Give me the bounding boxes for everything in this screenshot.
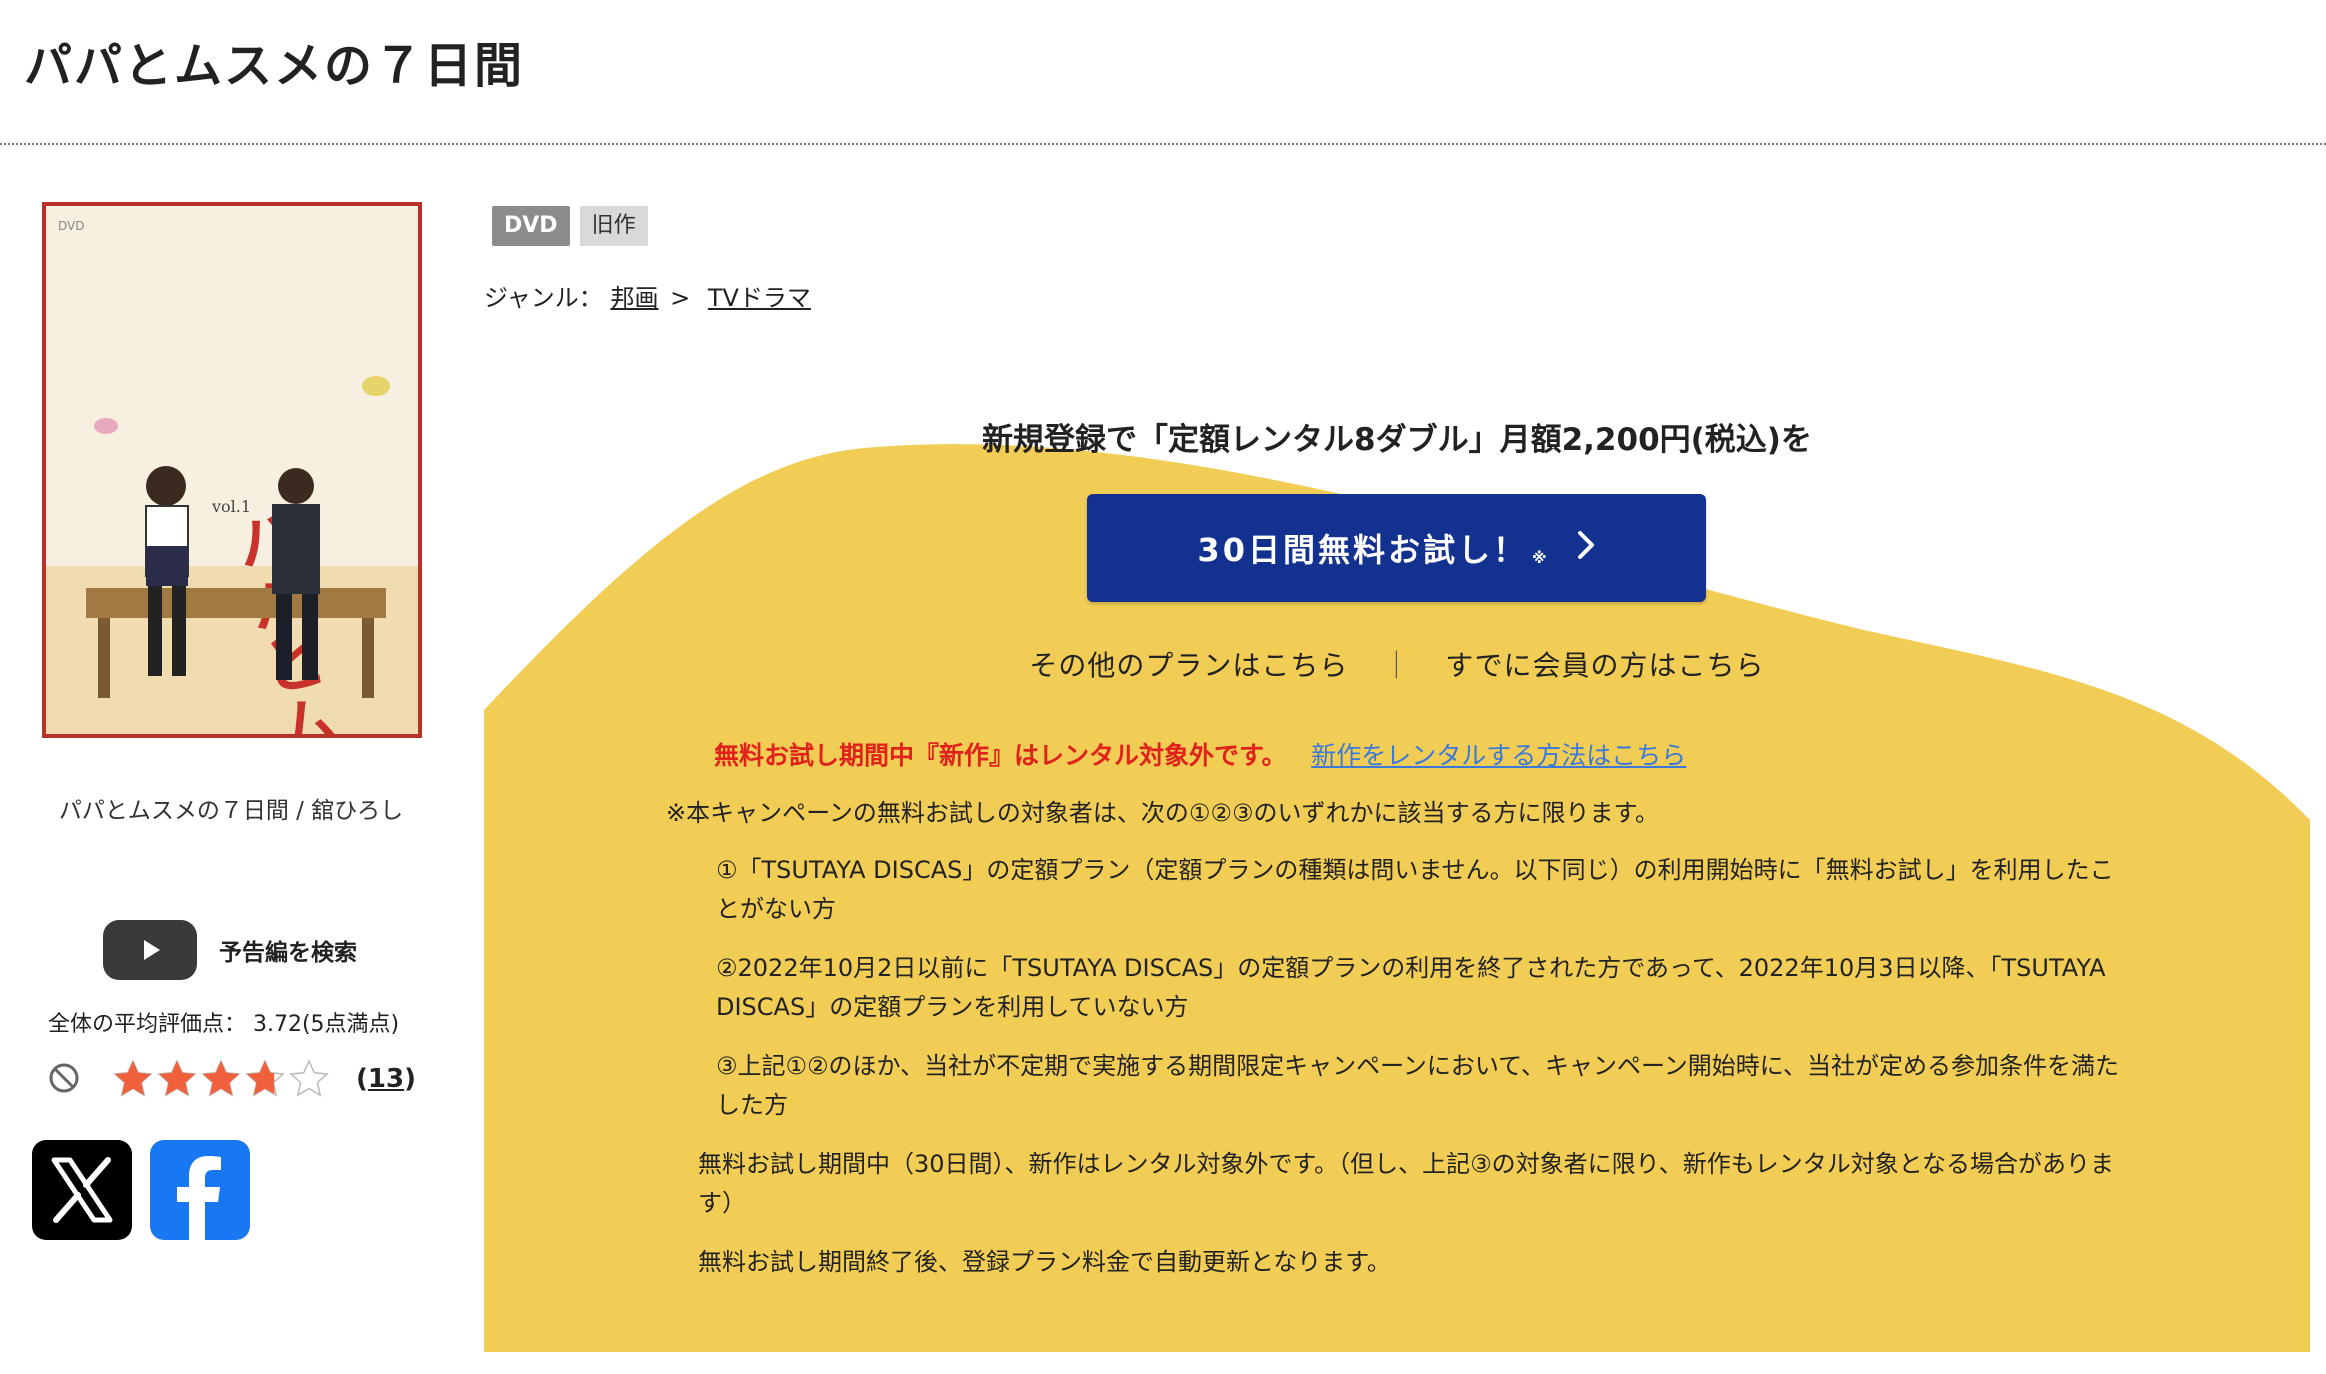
terms-note: 無料お試し期間終了後、登録プラン料金で自動更新となります。 [698, 1248, 1391, 1276]
genre-label: ジャンル： [484, 284, 603, 312]
free-trial-label: 30日間無料お試し！ [1197, 531, 1528, 569]
new-release-notice: 無料お試し期間中『新作』はレンタル対象外です。 新作をレンタルする方法はこちら [714, 736, 1686, 772]
facebook-share-button[interactable] [150, 1140, 250, 1240]
chevron-right-icon [1576, 528, 1596, 569]
new-release-warning: 無料お試し期間中『新作』はレンタル対象外です。 [714, 741, 1287, 770]
x-share-button[interactable] [32, 1140, 132, 1240]
cover-volume: vol.1 [211, 497, 251, 516]
badge-dvd: DVD [492, 206, 570, 246]
terms-item: ③上記①②のほか、当社が不定期で実施する期間限定キャンペーンにおいて、キャンペー… [716, 1052, 2120, 1119]
review-count: (13) [356, 1064, 416, 1094]
badge-old-release: 旧作 [579, 206, 648, 246]
genre-separator: > [670, 284, 691, 312]
product-caption: パパとムスメの７日間 / 舘ひろし [58, 798, 404, 824]
cover-format-mark: DVD [58, 219, 84, 233]
average-rating-text: 全体の平均評価点： 3.72(5点満点) [48, 1012, 400, 1037]
dvd-cover-image[interactable]: DVD パパとムスメの７日間 vol.1 [42, 202, 422, 738]
campaign-terms: ※本キャンペーンの無料お試しの対象者は、次の①②③のいずれかに該当する方に限りま… [666, 794, 2136, 1302]
title-divider [0, 143, 2326, 145]
format-badges: DVD 旧作 [492, 206, 648, 246]
x-logo-icon [51, 1157, 113, 1223]
review-count-link[interactable]: 13 [368, 1064, 404, 1094]
page-title: パパとムスメの７日間 [24, 38, 525, 94]
terms-intro: ※本キャンペーンの無料お試しの対象者は、次の①②③のいずれかに該当する方に限りま… [666, 799, 1660, 827]
trailer-search-button[interactable]: 予告編を検索 [103, 920, 357, 980]
facebook-logo-icon [177, 1156, 221, 1240]
terms-note: 無料お試し期間中（30日間）、新作はレンタル対象外です。（但し、上記③の対象者に… [698, 1150, 2114, 1217]
rating-star-icon [157, 1059, 197, 1097]
terms-item: ①「TSUTAYA DISCAS」の定額プラン（定額プランの種類は問いません。以… [716, 856, 2114, 923]
rating-stars [112, 1058, 330, 1100]
youtube-play-icon [103, 920, 197, 980]
rating-star-icon [113, 1059, 153, 1097]
free-trial-note-mark: ※ [1531, 549, 1550, 567]
trailer-search-label: 予告編を検索 [219, 940, 357, 966]
member-login-link[interactable]: すでに会員の方はこちら [1445, 649, 1764, 682]
plan-links-divider: ｜ [1382, 649, 1412, 682]
other-plans-link[interactable]: その他のプランはこちら [1029, 649, 1348, 682]
genre-breadcrumb: ジャンル： 邦画 > TVドラマ [484, 278, 811, 313]
rating-star-icon [289, 1059, 329, 1097]
terms-item: ②2022年10月2日以前に「TSUTAYA DISCAS」の定額プランの利用を… [716, 954, 2106, 1021]
new-release-rental-link[interactable]: 新作をレンタルする方法はこちら [1311, 741, 1686, 770]
genre-link-tv-drama[interactable]: TVドラマ [708, 284, 811, 312]
promo-headline: 新規登録で「定額レンタル8ダブル」月額2,200円(税込)を [982, 422, 1812, 458]
ban-icon[interactable] [48, 1062, 80, 1094]
plan-links: その他のプランはこちら ｜ すでに会員の方はこちら [484, 644, 2310, 684]
rating-star-icon [245, 1059, 285, 1097]
genre-link-hougaku[interactable]: 邦画 [610, 284, 658, 312]
rating-star-icon [201, 1059, 241, 1097]
free-trial-button[interactable]: 30日間無料お試し！ ※ [1087, 494, 1706, 602]
cover-art: DVD パパとムスメの７日間 vol.1 [46, 206, 418, 734]
rating-row: (13) [48, 1058, 420, 1102]
